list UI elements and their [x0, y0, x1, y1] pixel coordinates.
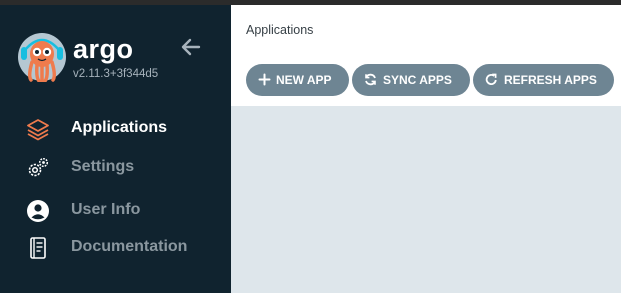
refresh-icon: [485, 73, 497, 85]
gears-icon: [28, 157, 49, 177]
refresh-apps-label: REFRESH APPS: [504, 73, 597, 87]
version-label: v2.11.3+3f344d5: [73, 68, 159, 80]
sidebar-item-applications[interactable]: Applications: [0, 111, 231, 145]
sidebar: argo v2.11.3+3f344d5 Applications Settin…: [0, 5, 231, 293]
layers-icon: [27, 119, 49, 141]
sidebar-item-documentation[interactable]: Documentation: [0, 230, 231, 264]
plus-icon: [258, 73, 271, 86]
sidebar-item-label: Documentation: [71, 238, 188, 255]
sync-icon: [365, 73, 376, 86]
sync-apps-button[interactable]: SYNC APPS: [352, 64, 470, 96]
sidebar-item-label: Settings: [71, 158, 135, 175]
brand-name: argo: [73, 34, 134, 64]
new-app-button[interactable]: NEW APP: [246, 64, 349, 96]
new-app-label: NEW APP: [276, 73, 332, 87]
page-title: Applications: [246, 23, 314, 37]
sync-apps-label: SYNC APPS: [383, 73, 452, 87]
page-header: Applications: [231, 5, 621, 57]
sidebar-item-user-info[interactable]: User Info: [0, 193, 231, 227]
book-icon: [30, 237, 46, 259]
main-content: Applications NEW APP SYNC APPS REFRESH A…: [231, 5, 621, 293]
toolbar: NEW APP SYNC APPS REFRESH APPS: [231, 57, 621, 106]
argo-logo-icon: [18, 33, 66, 82]
sidebar-item-label: Applications: [71, 119, 168, 136]
sidebar-item-settings[interactable]: Settings: [0, 150, 231, 184]
sidebar-item-label: User Info: [71, 201, 141, 218]
refresh-apps-button[interactable]: REFRESH APPS: [473, 64, 614, 96]
user-circle-icon: [27, 200, 49, 222]
collapse-sidebar-arrow-icon[interactable]: [180, 36, 202, 58]
